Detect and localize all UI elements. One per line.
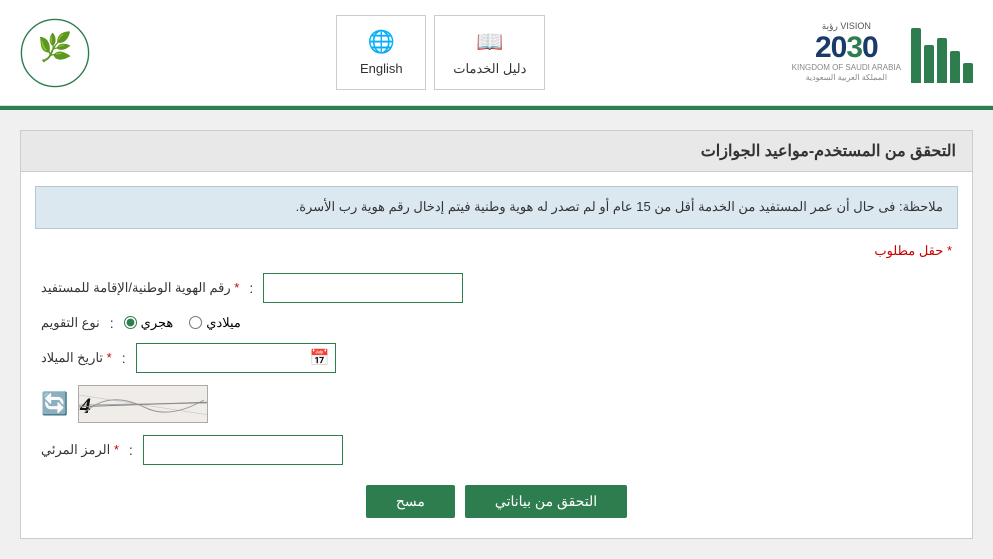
absher-bar-3	[937, 38, 947, 83]
form-body: * حقل مطلوب : * رقم الهوية الوطنية/الإقا…	[21, 229, 972, 538]
services-guide-button[interactable]: 📖 دليل الخدمات	[434, 15, 545, 90]
globe-icon: 🌐	[368, 29, 395, 55]
english-label: English	[360, 61, 403, 76]
calendar-colon: :	[110, 315, 114, 331]
hijri-radio[interactable]	[124, 316, 137, 329]
calendar-label: نوع التقويم	[41, 315, 100, 331]
hijri-option[interactable]: هجري	[124, 315, 174, 331]
birthdate-input[interactable]	[136, 343, 336, 373]
captcha-refresh-icon[interactable]: 🔄	[41, 391, 68, 417]
captcha-input[interactable]	[143, 435, 343, 465]
calendar-icon[interactable]: 📅	[310, 348, 330, 368]
form-title: التحقق من المستخدم-مواعيد الجوازات	[21, 131, 972, 172]
absher-bar-1	[963, 63, 973, 83]
header-left: 🌿	[20, 18, 90, 88]
miladi-radio[interactable]	[189, 316, 202, 329]
notice-bar: ملاحظة: فى حال أن عمر المستفيد من الخدمة…	[35, 186, 958, 229]
id-label: * رقم الهوية الوطنية/الإقامة للمستفيد	[41, 280, 239, 296]
miladi-label: ميلادي	[206, 315, 241, 331]
header-center: 📖 دليل الخدمات 🌐 English	[336, 15, 545, 90]
saudi-emblem: 🌿	[20, 18, 90, 88]
id-input[interactable]	[263, 273, 463, 303]
absher-logo	[911, 23, 973, 83]
vision-number: 2030	[815, 33, 878, 63]
captcha-image-row: 3154 🔄	[41, 385, 952, 423]
clear-button[interactable]: مسح	[366, 485, 455, 518]
svg-text:3154: 3154	[79, 393, 94, 418]
captcha-colon: :	[129, 442, 133, 458]
hijri-label: هجري	[141, 315, 174, 331]
buttons-row: التحقق من بياناتي مسح	[41, 485, 952, 518]
id-row: : * رقم الهوية الوطنية/الإقامة للمستفيد	[41, 273, 952, 303]
calendar-row: ميلادي هجري : نوع التقويم	[41, 315, 952, 331]
birthdate-colon: :	[122, 350, 126, 366]
absher-bar-5	[911, 28, 921, 83]
captcha-input-row: : * الرمز المرئي	[41, 435, 952, 465]
required-text: حقل مطلوب	[874, 243, 943, 258]
required-note: * حقل مطلوب	[41, 243, 952, 259]
date-input-wrap: 📅	[136, 343, 336, 373]
english-button[interactable]: 🌐 English	[336, 15, 426, 90]
captcha-image: 3154	[78, 385, 208, 423]
header-right: VISION رؤية 2030 KINGDOM OF SAUDI ARABIA…	[792, 21, 973, 83]
miladi-option[interactable]: ميلادي	[189, 315, 241, 331]
absher-bar-2	[950, 51, 960, 83]
calendar-radio-group: ميلادي هجري	[124, 315, 241, 331]
header: VISION رؤية 2030 KINGDOM OF SAUDI ARABIA…	[0, 0, 993, 106]
services-guide-label: دليل الخدمات	[453, 61, 526, 77]
birthdate-required-star: *	[107, 350, 112, 365]
required-star: *	[947, 243, 952, 258]
id-colon: :	[249, 280, 253, 296]
book-icon: 📖	[476, 29, 503, 55]
birthdate-row: 📅 : * تاريخ الميلاد	[41, 343, 952, 373]
absher-bar-4	[924, 45, 934, 83]
main-content: التحقق من المستخدم-مواعيد الجوازات ملاحظ…	[0, 110, 993, 559]
captcha-svg: 3154	[79, 385, 207, 423]
captcha-required-star: *	[114, 442, 119, 457]
vision-label-bottom: KINGDOM OF SAUDI ARABIA	[792, 63, 901, 73]
svg-text:🌿: 🌿	[38, 30, 73, 63]
verify-button[interactable]: التحقق من بياناتي	[465, 485, 627, 518]
vision-2030-logo: VISION رؤية 2030 KINGDOM OF SAUDI ARABIA…	[792, 21, 901, 83]
id-required-star: *	[234, 280, 239, 295]
captcha-label: * الرمز المرئي	[41, 442, 119, 458]
vision-arabic: المملكة العربية السعودية	[806, 73, 887, 83]
birthdate-label: * تاريخ الميلاد	[41, 350, 112, 366]
form-container: التحقق من المستخدم-مواعيد الجوازات ملاحظ…	[20, 130, 973, 539]
